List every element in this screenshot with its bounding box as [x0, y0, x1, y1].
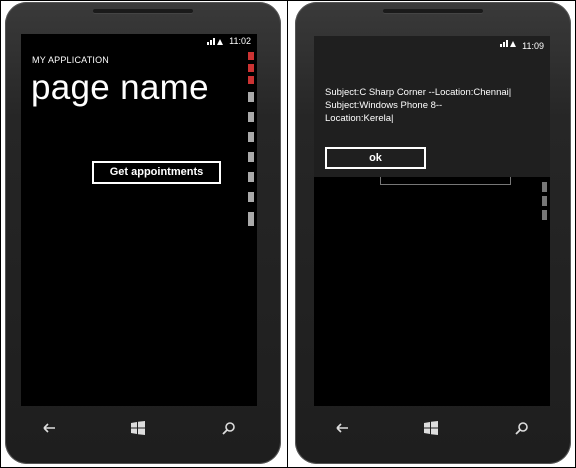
windows-start-icon[interactable] — [130, 420, 146, 436]
get-appointments-button[interactable]: Get appointments — [92, 161, 221, 184]
column-divider — [287, 0, 288, 468]
search-icon[interactable] — [514, 420, 530, 436]
message-box-dialog: 11:09 Subject:C Sharp Corner --Location:… — [314, 36, 550, 177]
windows-start-icon[interactable] — [423, 420, 439, 436]
phone-left: 11:02 MY APPLICATION page name Get appoi… — [5, 2, 281, 464]
frame-rate-counter — [542, 182, 547, 220]
search-icon[interactable] — [221, 420, 237, 436]
speaker-grille — [93, 9, 193, 13]
phone-left-screen: 11:02 MY APPLICATION page name Get appoi… — [21, 34, 257, 406]
phone-right: 11:09 Subject:C Sharp Corner --Location:… — [295, 2, 571, 464]
signal-icon — [500, 40, 516, 47]
status-bar: 11:02 — [21, 34, 257, 48]
app-title: MY APPLICATION — [32, 55, 109, 65]
status-bar: 11:09 — [314, 36, 550, 51]
back-icon[interactable] — [334, 420, 350, 436]
message-line-2: Subject:Windows Phone 8-- — [325, 100, 443, 111]
phone-right-screen: 11:09 Subject:C Sharp Corner --Location:… — [314, 36, 550, 406]
hardware-nav-bar — [314, 408, 550, 448]
signal-icon — [207, 38, 223, 45]
status-time: 11:09 — [522, 41, 544, 51]
hardware-nav-bar — [21, 408, 257, 448]
back-icon[interactable] — [41, 420, 57, 436]
status-time: 11:02 — [229, 36, 251, 46]
frame-rate-counter — [248, 52, 254, 226]
message-text: Subject:C Sharp Corner --Location:Chenna… — [325, 86, 540, 125]
speaker-grille — [383, 9, 483, 13]
message-line-1: Subject:C Sharp Corner --Location:Chenna… — [325, 87, 512, 98]
ok-button[interactable]: ok — [325, 147, 426, 169]
page-title: page name — [31, 68, 209, 107]
message-line-3: Location:Kerela| — [325, 113, 394, 124]
